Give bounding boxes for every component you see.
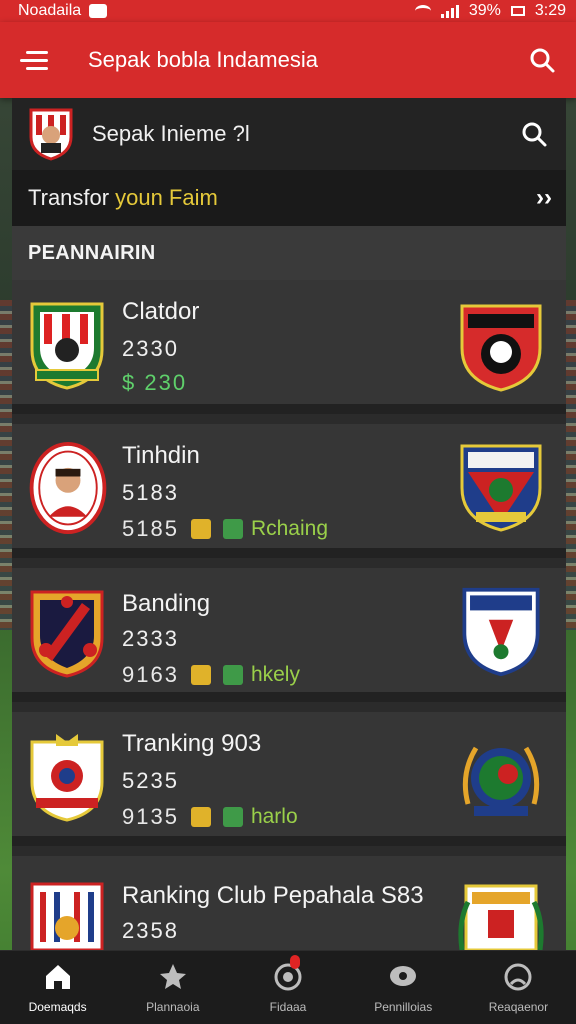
chevron-right-icon[interactable]: ›› [536,184,552,212]
club-card[interactable]: Tranking 903 5235 9135 harlo [12,712,566,846]
clock: 3:29 [534,2,566,19]
nav-favorites[interactable]: Plannaoia [115,951,230,1024]
menu-icon[interactable] [20,49,48,71]
club-name: Ranking Club Pepahala S83 [122,882,424,909]
club-stat-secondary: 9135 harlo [122,804,298,830]
star-icon [159,963,186,989]
club-stat-primary: 2358 [122,918,179,943]
battery-icon [510,6,525,16]
section-title: PEANNAIRIN [12,226,566,280]
club-stat-secondary: 9163 hkely [122,662,300,688]
club-crest-icon [29,108,73,161]
club-stat-secondary: 5185 Rchaing [122,516,328,542]
club-crest-icon [30,302,104,390]
club-value: 9163 [122,662,179,687]
club-crest-icon [462,746,540,816]
nav-label: Pennilloias [374,999,433,1014]
club-stat-primary: 5183 [122,480,179,505]
club-crest-icon [29,442,107,534]
club-crest-icon [30,882,104,950]
club-tag: harlo [250,805,298,828]
club-value: 5185 [122,516,179,541]
rank-badge-icon [222,665,243,685]
nav-chat[interactable]: Pennilloias [346,951,461,1024]
nav-matches[interactable]: Fidaaa [230,951,345,1024]
search-query[interactable]: Sepak Inieme ?l [92,121,520,147]
search-icon[interactable] [520,120,548,148]
transfer-label: Transfor [28,185,110,210]
club-tag: Rchaing [250,517,329,540]
rank-badge-icon [222,519,243,539]
trophy-badge-icon [190,807,211,827]
transfer-banner[interactable]: Transfor youn Faim ›› [12,170,566,226]
nav-label: Doemaqds [28,999,87,1014]
club-crest-icon [462,587,540,677]
nav-label: Fidaaa [269,999,307,1014]
nav-profile[interactable]: Reaqaenor [461,951,576,1024]
club-value: 9135 [122,804,179,829]
club-stat-primary: 5235 [122,768,179,793]
nav-label: Plannaoia [146,999,200,1014]
club-name: Tinhdin [122,442,200,469]
club-stat-primary: 2330 [122,336,179,361]
nav-home[interactable]: Doemaqds [0,951,115,1024]
bottom-navigation: Doemaqds Plannaoia Fidaaa Pennilloias Re… [0,950,576,1024]
club-card[interactable]: Banding 2333 9163 hkely [12,568,566,702]
club-card[interactable]: Tinhdin 5183 5185 Rchaing [12,424,566,558]
club-crest-icon [30,590,104,678]
nav-label: Reaqaenor [488,999,549,1014]
club-stat-secondary: $ 230 [122,370,187,396]
club-search-bar[interactable]: Sepak Inieme ?l [12,98,566,170]
notification-badge [290,955,301,969]
club-name: Banding [122,590,211,617]
status-bar: Noadaila 39% 3:29 [0,0,576,22]
club-card[interactable]: Clatdor 2330 $ 230 [12,280,566,414]
club-crest-icon [460,444,542,532]
battery-percent: 39% [468,2,501,19]
trophy-badge-icon [190,665,211,685]
message-icon [89,4,108,18]
club-crest-icon [460,304,542,392]
club-crest-icon [458,884,544,950]
club-stat-primary: 2333 [122,626,179,651]
wifi-icon [414,5,431,17]
club-card[interactable]: Ranking Club Pepahala S83 2358 [12,856,566,950]
rank-badge-icon [222,807,243,827]
chat-icon [390,965,417,986]
club-price: $ 230 [122,370,188,395]
app-bar: Sepak bobla Indamesia [0,22,576,98]
profile-icon [504,963,532,990]
home-icon [45,964,70,989]
carrier-label: Noadaila [18,2,82,19]
club-name: Tranking 903 [122,730,262,757]
club-name: Clatdor [122,298,200,325]
trophy-badge-icon [190,519,211,539]
club-tag: hkely [250,663,300,686]
search-icon[interactable] [528,46,556,74]
app-title: Sepak bobla Indamesia [88,47,318,72]
club-crest-icon [30,734,104,822]
transfer-highlight: youn Faim [115,185,218,210]
signal-icon [440,4,459,18]
main-panel: Sepak Inieme ?l Transfor youn Faim ›› PE… [12,98,566,950]
